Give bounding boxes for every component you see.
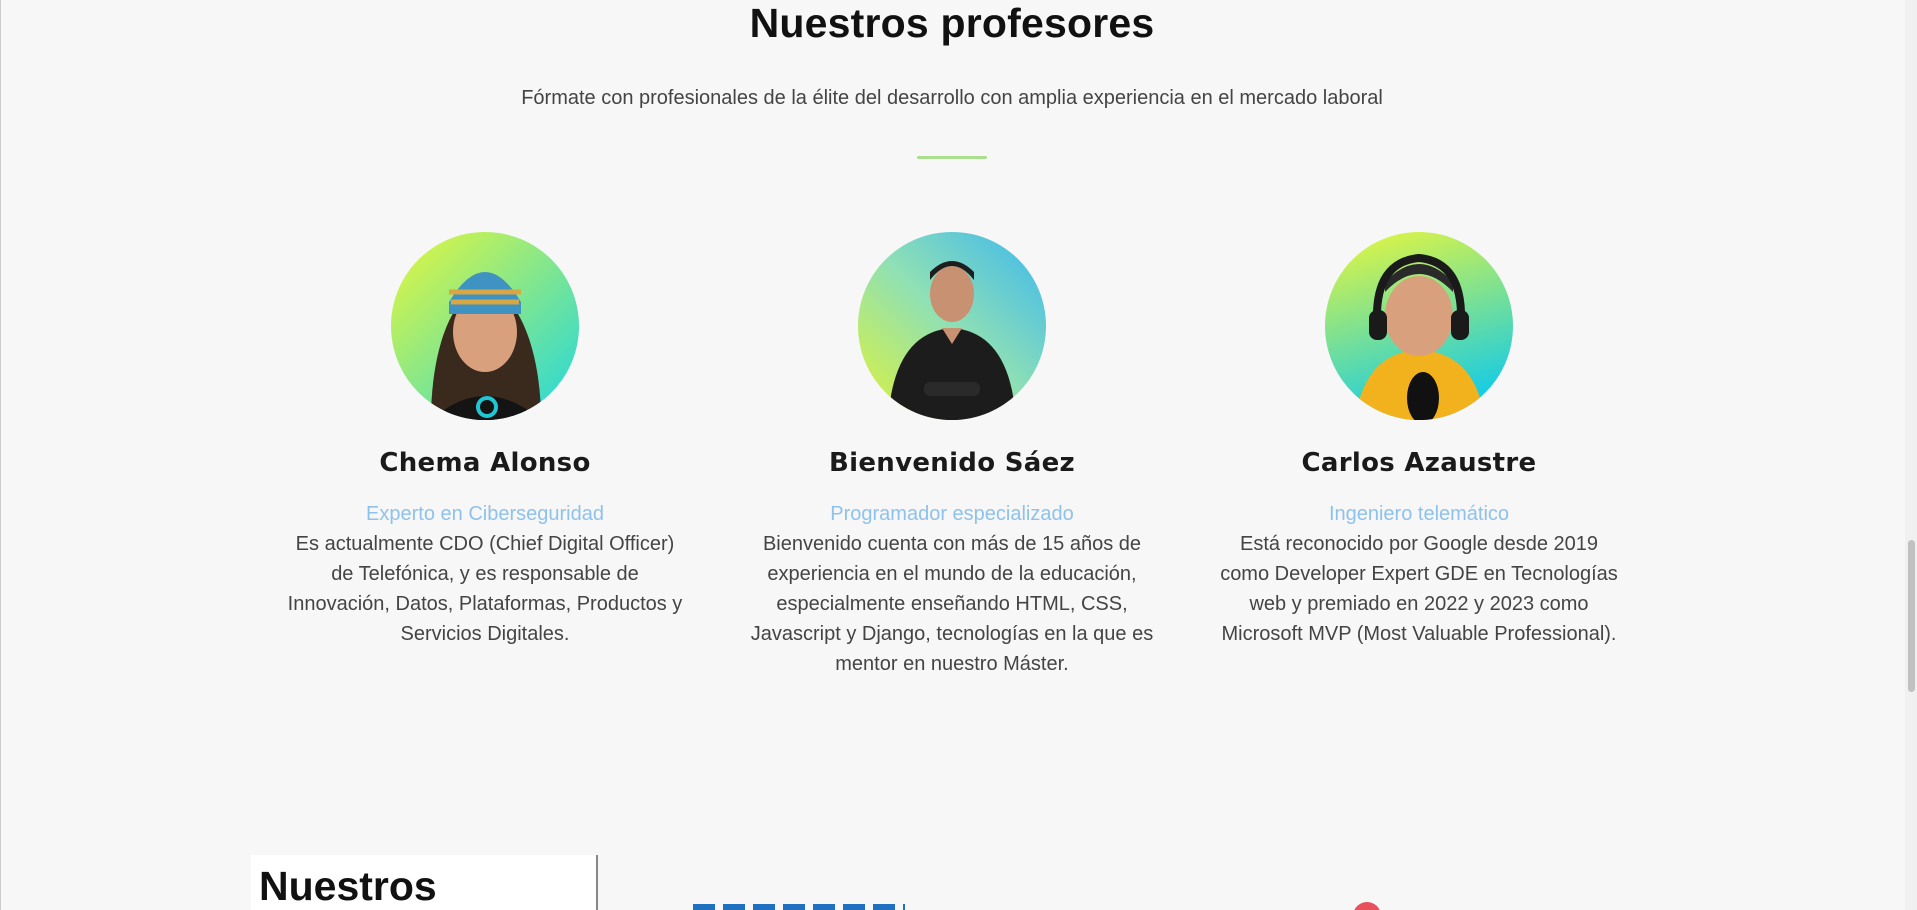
partner-logo-icon xyxy=(1353,902,1381,910)
teacher-bio: Está reconocido por Google desde 2019 co… xyxy=(1220,533,1618,645)
teacher-role: Ingeniero telemático xyxy=(1328,503,1510,525)
teacher-role: Experto en Ciberseguridad xyxy=(366,503,604,525)
section-subtitle: Fórmate con profesionales de la élite de… xyxy=(521,87,1383,109)
teacher-name: Carlos Azaustre xyxy=(1301,448,1537,478)
next-section-header: Nuestros xyxy=(251,855,598,910)
page: Nuestros profesores Fórmate con profesio… xyxy=(0,0,1917,910)
scrollbar-track[interactable] xyxy=(1905,0,1917,910)
next-section-title: Nuestros xyxy=(259,863,437,909)
teacher-card: Bienvenido Sáez Programador especializad… xyxy=(742,232,1162,679)
teacher-bio: Bienvenido cuenta con más de 15 años de … xyxy=(750,533,1154,675)
scrollbar-thumb[interactable] xyxy=(1908,540,1915,692)
teacher-avatar xyxy=(858,232,1046,420)
ibm-logo-icon xyxy=(693,904,905,910)
teacher-avatar xyxy=(391,232,579,420)
section-divider xyxy=(917,156,987,159)
teacher-name: Chema Alonso xyxy=(379,448,591,478)
teacher-card: Chema Alonso Experto en Ciberseguridad E… xyxy=(275,232,695,649)
teacher-name: Bienvenido Sáez xyxy=(829,448,1075,478)
teacher-avatar xyxy=(1325,232,1513,420)
teacher-role: Programador especializado xyxy=(830,503,1074,525)
section-title: Nuestros profesores xyxy=(749,0,1155,46)
teacher-bio: Es actualmente CDO (Chief Digital Office… xyxy=(287,533,683,645)
teacher-card: Carlos Azaustre Ingeniero telemático Est… xyxy=(1209,232,1629,649)
